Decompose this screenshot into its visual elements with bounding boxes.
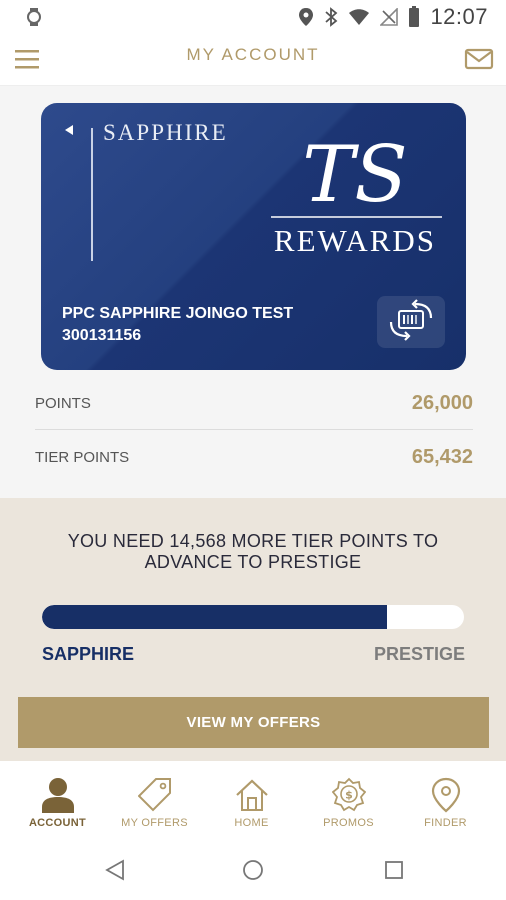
- rewards-card[interactable]: SAPPHIRE TS REWARDS PPC SAPPHIRE JOINGO …: [41, 103, 466, 370]
- logo-monogram: TS: [302, 130, 407, 220]
- status-bar: 12:07: [0, 0, 506, 34]
- wifi-icon: [349, 9, 370, 25]
- nav-home[interactable]: HOME: [201, 761, 302, 840]
- nav-account[interactable]: ACCOUNT: [7, 761, 108, 840]
- points-value: 26,000: [411, 392, 473, 414]
- card-flip-arrow-icon: [65, 125, 73, 135]
- tag-icon: [138, 778, 171, 812]
- card-divider: [91, 128, 93, 261]
- nav-my-offers-label: MY OFFERS: [121, 817, 188, 829]
- promo-badge-icon: $: [332, 777, 366, 812]
- nav-account-label: ACCOUNT: [28, 817, 87, 829]
- tier-points-label: TIER POINTS: [35, 449, 130, 466]
- tier-progress-fill: [42, 605, 388, 629]
- card-holder-name: PPC SAPPHIRE JOINGO TEST: [62, 305, 294, 322]
- bluetooth-icon: [325, 7, 338, 27]
- tier-points-row: TIER POINTS 65,432: [35, 436, 473, 484]
- view-my-offers-button[interactable]: VIEW MY OFFERS: [18, 697, 489, 748]
- nav-promos-label: PROMOS: [323, 817, 374, 829]
- no-signal-icon: [380, 8, 399, 26]
- nav-my-offers[interactable]: MY OFFERS: [104, 761, 205, 840]
- barcode-swap-icon: [389, 299, 433, 341]
- card-holder-info: PPC SAPPHIRE JOINGO TEST 300131156: [62, 303, 293, 347]
- nav-finder-label: FINDER: [424, 817, 467, 829]
- nav-home-label: HOME: [234, 817, 269, 829]
- nav-finder[interactable]: FINDER: [395, 761, 496, 840]
- logo-text: REWARDS: [274, 223, 436, 258]
- svg-text:$: $: [345, 789, 353, 802]
- next-tier-label: PRESTIGE: [373, 644, 465, 664]
- ts-rewards-logo: TS REWARDS: [271, 130, 442, 258]
- page-title: MY ACCOUNT: [186, 45, 320, 64]
- card-barcode-button[interactable]: [377, 296, 445, 348]
- points-row: POINTS 26,000: [35, 382, 473, 430]
- system-navigation-bar: [0, 840, 506, 900]
- clock: 12:07: [430, 4, 488, 29]
- current-tier-label: SAPPHIRE: [42, 644, 135, 664]
- battery-icon: [409, 6, 420, 27]
- bottom-navigation: ACCOUNT MY OFFERS HOME $ PROMOS FINDER: [0, 761, 506, 840]
- tier-progress-message: YOU NEED 14,568 MORE TIER POINTS TO ADVA…: [67, 531, 439, 572]
- nav-promos[interactable]: $ PROMOS: [298, 761, 399, 840]
- app-bar: MY ACCOUNT: [0, 34, 506, 86]
- recents-icon[interactable]: [382, 858, 406, 882]
- mail-icon[interactable]: [464, 44, 494, 74]
- tier-progress-section: YOU NEED 14,568 MORE TIER POINTS TO ADVA…: [0, 498, 506, 761]
- member-number: 300131156: [62, 327, 142, 344]
- points-label: POINTS: [35, 395, 91, 412]
- home-icon: [236, 779, 268, 811]
- location-pin-icon: [431, 777, 461, 813]
- location-icon: [299, 8, 314, 26]
- back-icon[interactable]: [103, 858, 127, 882]
- card-tier-name: SAPPHIRE: [103, 120, 228, 145]
- watch-icon: [27, 8, 41, 26]
- home-circle-icon[interactable]: [241, 858, 265, 882]
- tier-points-value: 65,432: [411, 446, 473, 468]
- account-summary: SAPPHIRE TS REWARDS PPC SAPPHIRE JOINGO …: [0, 86, 506, 498]
- person-icon: [42, 778, 74, 813]
- tier-progress-bar: [42, 605, 464, 629]
